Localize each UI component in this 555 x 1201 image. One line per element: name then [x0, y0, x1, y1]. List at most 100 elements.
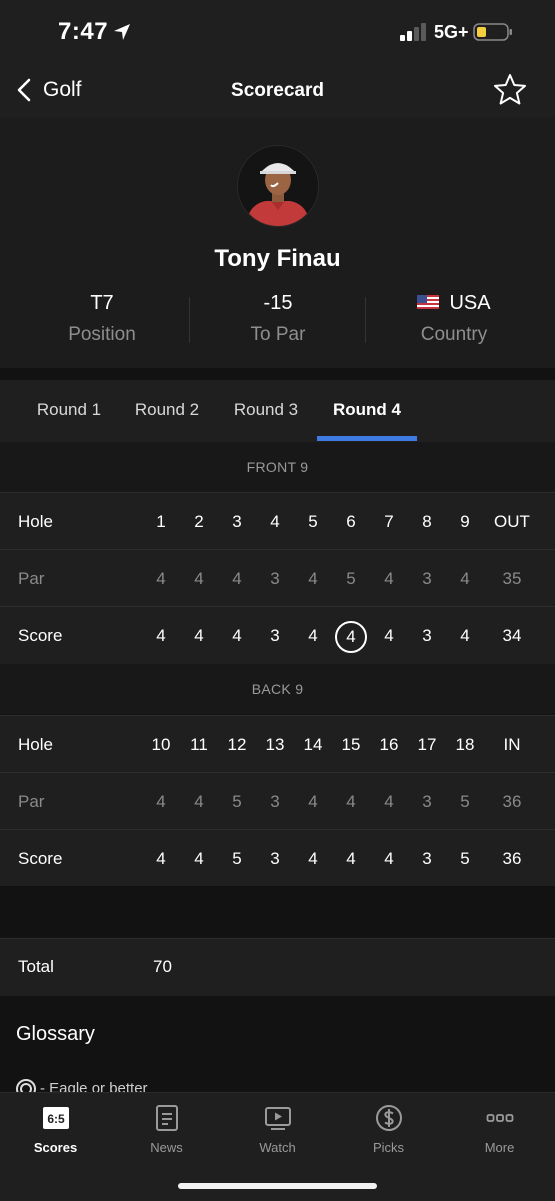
- hole-number: 12: [227, 735, 247, 754]
- score-cell: 4: [156, 849, 166, 868]
- score-cell: 4: [194, 626, 204, 645]
- par-cell: 3: [422, 569, 432, 588]
- row-label: Par: [18, 792, 45, 811]
- stat-country-value: USA: [449, 292, 491, 314]
- location-arrow-icon: [114, 24, 130, 40]
- picks-icon: [375, 1105, 402, 1131]
- hole-number: 7: [384, 512, 394, 531]
- par-cell: 4: [460, 569, 470, 588]
- player-avatar: [237, 145, 319, 227]
- page-title: Scorecard: [231, 80, 324, 101]
- player-name: Tony Finau: [214, 245, 341, 272]
- score-cell: 4: [384, 849, 394, 868]
- total-row: [0, 938, 555, 997]
- svg-text:6:5: 6:5: [47, 1112, 65, 1126]
- news-icon: [155, 1105, 178, 1131]
- signal-icon: [400, 23, 426, 41]
- par-cell: 35: [502, 569, 522, 588]
- par-cell: 4: [194, 569, 204, 588]
- tabbar-label: More: [484, 1140, 515, 1155]
- hole-number: 16: [379, 735, 399, 754]
- par-cell: 4: [384, 792, 394, 811]
- par-cell: 4: [308, 792, 318, 811]
- tab-round-3[interactable]: Round 3: [216, 400, 316, 420]
- glossary-title: Glossary: [16, 1023, 95, 1045]
- tabbar-label: Picks: [372, 1140, 405, 1155]
- back9-hole-row: Hole 10 11 12 13 14 15 16 17 18 IN: [0, 715, 555, 773]
- row-label: Hole: [18, 512, 53, 531]
- hole-number: 4: [270, 512, 280, 531]
- back9-score-row: Score 4 4 5 3 4 4 4 3 5 36: [0, 829, 555, 888]
- stat-position-value: T7: [90, 292, 114, 314]
- hole-number: 2: [194, 512, 204, 531]
- score-cell: 3: [270, 626, 280, 645]
- tabbar-label: Watch: [259, 1140, 296, 1155]
- score-cell: 4: [346, 849, 356, 868]
- hole-number: 11: [190, 735, 208, 754]
- score-cell: 4: [232, 626, 242, 645]
- par-cell: 36: [502, 792, 522, 811]
- par-cell: 4: [346, 792, 356, 811]
- back9-par-row: Par 4 4 5 3 4 4 4 3 5 36: [0, 772, 555, 830]
- usa-flag-icon: [417, 294, 440, 309]
- par-cell: 4: [232, 569, 242, 588]
- tabbar-watch[interactable]: Watch: [222, 1100, 333, 1155]
- score-cell: 4: [156, 626, 166, 645]
- stat-to-par-label: To Par: [250, 324, 306, 345]
- stat-country-label: Country: [420, 324, 488, 345]
- network-type: 5G+: [434, 22, 469, 42]
- hole-number: 15: [341, 735, 361, 754]
- front9-header: FRONT 9: [0, 442, 555, 492]
- hole-number: 5: [308, 512, 318, 531]
- favorite-star-icon[interactable]: [492, 72, 528, 108]
- row-label: Hole: [18, 735, 53, 754]
- score-cell: 4: [308, 849, 318, 868]
- birdie-circle: 4: [335, 620, 367, 653]
- tab-round-2[interactable]: Round 2: [118, 400, 216, 420]
- hole-number: OUT: [494, 512, 530, 531]
- hole-number: 9: [460, 512, 470, 531]
- stat-position: T7 Position: [14, 292, 190, 346]
- hole-number: 14: [303, 735, 323, 754]
- score-cell: 5: [232, 849, 242, 868]
- tabbar-label: News: [150, 1140, 183, 1155]
- home-indicator[interactable]: [178, 1183, 377, 1189]
- score-cell: 4: [331, 607, 371, 664]
- stat-country: USA Country: [366, 292, 542, 346]
- par-cell: 5: [346, 569, 356, 588]
- hole-number: IN: [503, 735, 521, 754]
- active-tab-indicator: [317, 436, 417, 441]
- hole-number: 8: [422, 512, 432, 531]
- tabbar-more[interactable]: More: [444, 1100, 555, 1155]
- watch-icon: [264, 1107, 291, 1130]
- par-cell: 4: [384, 569, 394, 588]
- front9-hole-row: Hole 1 2 3 4 5 6 7 8 9 OUT: [0, 492, 555, 550]
- tab-round-1[interactable]: Round 1: [20, 400, 118, 420]
- tabbar-news[interactable]: News: [111, 1100, 222, 1155]
- hole-number: 13: [265, 735, 285, 754]
- score-cell: 5: [460, 849, 470, 868]
- hole-number: 6: [346, 512, 356, 531]
- section-gap: [0, 368, 555, 380]
- score-cell: 4: [460, 626, 470, 645]
- front9-par-row: Par 4 4 4 3 4 5 4 3 4 35: [0, 549, 555, 607]
- par-cell: 4: [156, 569, 166, 588]
- scores-icon: 6:5: [42, 1107, 69, 1129]
- hole-number: 1: [156, 512, 166, 531]
- par-cell: 5: [232, 792, 242, 811]
- stat-position-label: Position: [68, 324, 136, 345]
- score-cell: 3: [270, 849, 280, 868]
- battery-icon: [473, 23, 512, 41]
- tab-round-4[interactable]: Round 4: [317, 400, 417, 420]
- score-cell: 3: [422, 626, 432, 645]
- hole-number: 18: [455, 735, 475, 754]
- score-cell: 34: [502, 626, 522, 645]
- hole-number: 3: [232, 512, 242, 531]
- total-label: Total: [18, 957, 54, 976]
- tabbar-picks[interactable]: Picks: [333, 1100, 444, 1155]
- section-gap: [0, 886, 555, 938]
- tabbar-scores[interactable]: 6:5 Scores: [0, 1100, 111, 1155]
- score-cell: 4: [194, 849, 204, 868]
- stat-to-par: -15 To Par: [190, 292, 366, 346]
- row-label: Score: [18, 849, 63, 868]
